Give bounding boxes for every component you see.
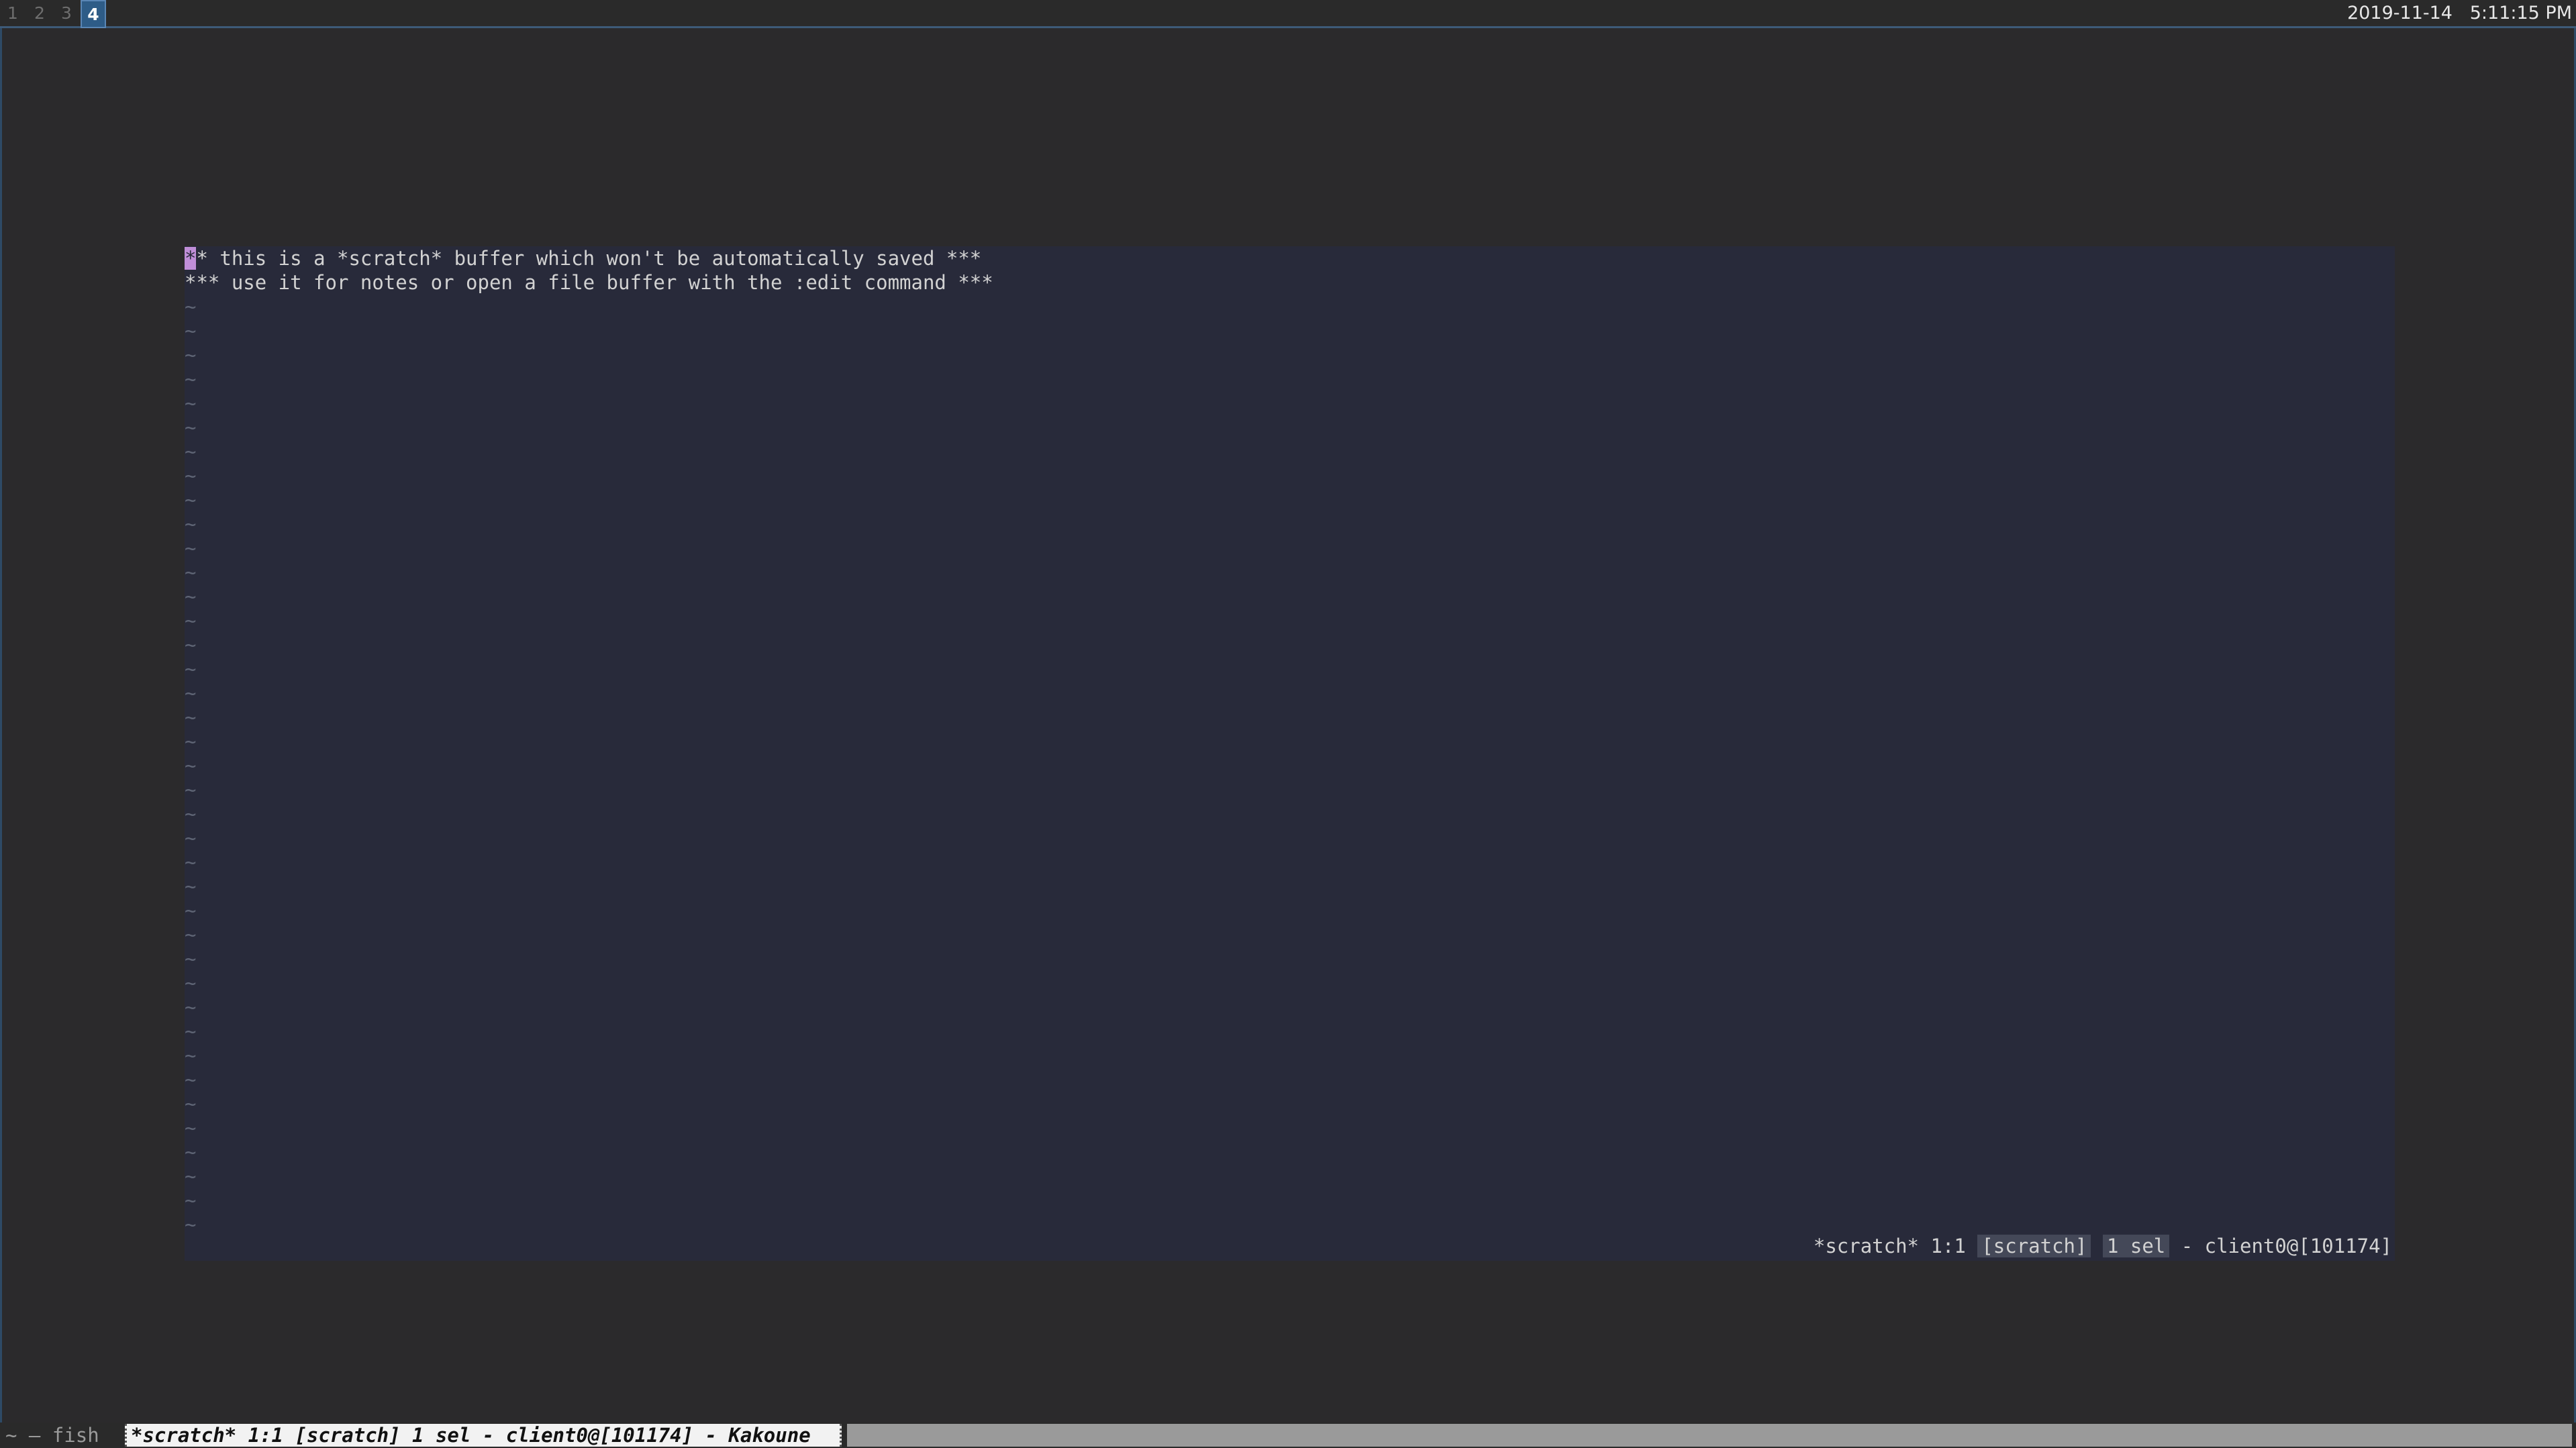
tilde-marker: ~: [185, 513, 197, 535]
tilde-marker: ~: [185, 319, 197, 342]
kakoune-window-tab[interactable]: *scratch* 1:1 [scratch] 1 sel - client0@…: [125, 1424, 842, 1447]
workspace-2-button[interactable]: 2: [27, 0, 52, 28]
workspace-4-button[interactable]: 4: [81, 0, 106, 28]
modeline-position: 1:1: [1930, 1235, 1966, 1257]
tilde-marker: ~: [185, 658, 197, 680]
tilde-marker: ~: [185, 1141, 197, 1163]
tilde-marker: ~: [185, 923, 197, 946]
kakoune-modeline: *scratch* 1:1 [scratch] 1 sel - client0@…: [1814, 1234, 2392, 1258]
modeline-client: - client0@[101174]: [2181, 1235, 2392, 1257]
tilde-marker: ~: [185, 295, 197, 318]
taskbar-empty-area: [847, 1424, 2572, 1447]
tilde-marker: ~: [185, 392, 197, 415]
workspace-3-button[interactable]: 3: [54, 0, 79, 28]
clock: 2019-11-14 5:11:15 PM: [2347, 0, 2572, 28]
tilde-marker: ~: [185, 803, 197, 825]
tilde-marker: ~: [185, 778, 197, 801]
tilde-marker: ~: [185, 440, 197, 463]
tilde-marker: ~: [185, 344, 197, 366]
workspace-1-button[interactable]: 1: [0, 0, 26, 28]
modeline-buffer: *scratch*: [1813, 1235, 1919, 1257]
tilde-marker: ~: [185, 368, 197, 391]
modeline-selections: 1 sel: [2102, 1235, 2170, 1257]
modeline-buffer-kind: [scratch]: [1977, 1235, 2091, 1257]
tilde-marker: ~: [185, 464, 197, 487]
terminal-window[interactable]: ** this is a *scratch* buffer which won'…: [0, 28, 2576, 1423]
tilde-marker: ~: [185, 899, 197, 922]
tilde-marker: ~: [185, 488, 197, 511]
tilde-marker: ~: [185, 609, 197, 632]
taskbar: ~ — fish *scratch* 1:1 [scratch] 1 sel -…: [0, 1423, 2576, 1448]
tilde-marker: ~: [185, 537, 197, 560]
tilde-marker: ~: [185, 561, 197, 584]
tilde-marker: ~: [185, 996, 197, 1019]
tilde-marker: ~: [185, 1213, 197, 1236]
kakoune-editor[interactable]: ** this is a *scratch* buffer which won'…: [185, 246, 2395, 1261]
tilde-marker: ~: [185, 1189, 197, 1212]
tilde-marker: ~: [185, 1117, 197, 1139]
tilde-marker: ~: [185, 1020, 197, 1043]
tilde-marker: ~: [185, 416, 197, 439]
tilde-marker: ~: [185, 851, 197, 874]
fish-terminal-tab[interactable]: ~ — fish: [5, 1423, 99, 1448]
tilde-marker: ~: [185, 754, 197, 777]
buffer-line-1[interactable]: ** this is a *scratch* buffer which won'…: [185, 246, 981, 270]
clock-date: 2019-11-14: [2347, 3, 2453, 23]
tilde-marker: ~: [185, 706, 197, 729]
tilde-marker: ~: [185, 1044, 197, 1067]
cursor: *: [185, 247, 197, 270]
top-bar: 1 2 3 4 2019-11-14 5:11:15 PM: [0, 0, 2576, 28]
clock-time: 5:11:15 PM: [2469, 3, 2572, 23]
tilde-marker: ~: [185, 947, 197, 970]
tilde-marker: ~: [185, 633, 197, 656]
tilde-marker: ~: [185, 875, 197, 898]
tilde-marker: ~: [185, 1068, 197, 1091]
tilde-marker: ~: [185, 682, 197, 705]
line-1-text: * this is a *scratch* buffer which won't…: [196, 247, 982, 270]
buffer-line-2[interactable]: *** use it for notes or open a file buff…: [185, 270, 993, 295]
tilde-marker: ~: [185, 972, 197, 994]
tilde-marker: ~: [185, 730, 197, 753]
tilde-marker: ~: [185, 585, 197, 608]
tilde-marker: ~: [185, 1092, 197, 1115]
tilde-marker: ~: [185, 1165, 197, 1188]
tilde-marker: ~: [185, 827, 197, 849]
